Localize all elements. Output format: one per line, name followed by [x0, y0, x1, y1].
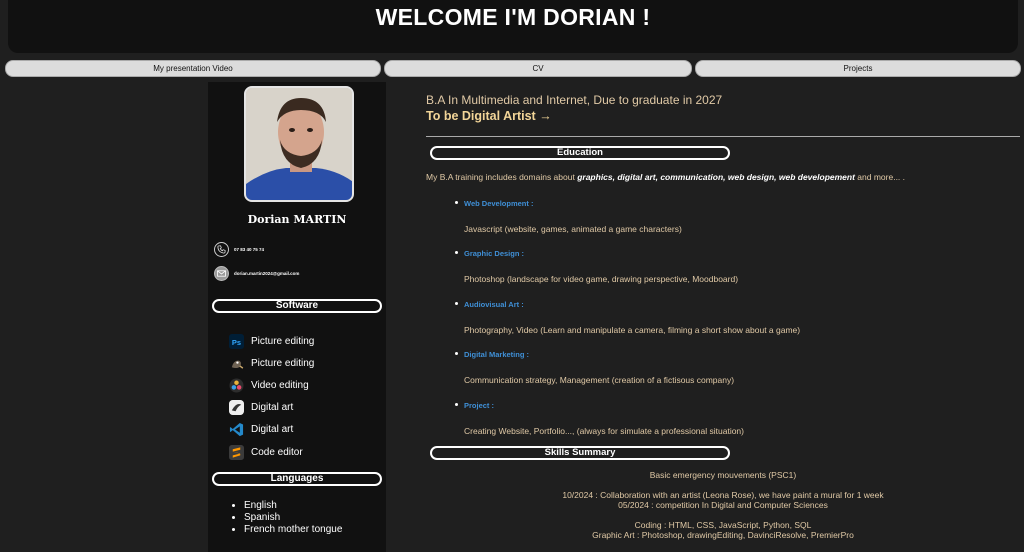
nav-bar: My presentation Video CV Projects	[5, 60, 1021, 77]
svg-text:Ps: Ps	[232, 337, 241, 346]
phone-icon	[214, 242, 229, 257]
photoshop-icon: Ps	[228, 333, 245, 350]
degree-text: B.A In Multimedia and Internet, Due to g…	[426, 93, 723, 107]
education-item-web-development: Web Development : Javascript (website, g…	[455, 199, 682, 234]
mail-icon	[214, 266, 229, 281]
nav-projects-button[interactable]: Projects	[695, 60, 1021, 77]
page-header: WELCOME I'M DORIAN !	[8, 0, 1018, 53]
software-item: Picture editing	[228, 352, 314, 374]
career-goal: To be Digital Artist →	[426, 109, 552, 123]
education-item-graphic-design: Graphic Design : Photoshop (landscape fo…	[454, 249, 739, 284]
software-item: Digital art	[228, 419, 314, 441]
education-item-audiovisual-art: Audiovisual Art : Photography, Video (Le…	[454, 300, 801, 335]
profile-sidebar: Dorian MARTIN 07 83 40 75 74 dorian.mart…	[208, 82, 386, 552]
education-heading: Education	[430, 146, 730, 160]
skill-first-aid: Basic emergency mouvements (PSC1)	[649, 470, 797, 480]
nav-presentation-video-button[interactable]: My presentation Video	[5, 60, 381, 77]
software-item: Video editing	[228, 374, 314, 396]
profile-name: Dorian MARTIN	[247, 213, 347, 226]
language-item: French mother tongue	[244, 524, 342, 536]
education-item-project: Project : Creating Website, Portfolio...…	[455, 401, 744, 436]
skill-experience-mural: 10/2024 : Collaboration with an artist (…	[562, 490, 884, 500]
skills-summary-heading: Skills Summary	[430, 446, 730, 460]
education-intro: My B.A training includes domains about g…	[426, 172, 906, 182]
nav-cv-button[interactable]: CV	[384, 60, 692, 77]
skill-experience-competition: 05/2024 : competition In Digital and Com…	[618, 500, 828, 510]
clip-studio-icon	[228, 399, 245, 416]
section-divider	[426, 136, 1020, 137]
vscode-icon	[228, 421, 245, 438]
page-title: WELCOME I'M DORIAN !	[375, 4, 651, 30]
software-list: Ps Picture editing Picture editing Video…	[228, 330, 314, 463]
software-item: Code editor	[228, 441, 314, 463]
sublime-text-icon	[228, 444, 245, 461]
education-item-digital-marketing: Digital Marketing : Communication strate…	[454, 350, 735, 385]
skill-graphic-art: Graphic Art : Photoshop, drawingEditing,…	[592, 530, 854, 540]
skill-coding: Coding : HTML, CSS, JavaScript, Python, …	[634, 520, 812, 530]
phone-number: 07 83 40 75 74	[234, 247, 265, 252]
phone-row: 07 83 40 75 74	[214, 242, 264, 257]
email-row: dorian.martin2024@gmail.com	[214, 266, 299, 281]
profile-photo	[244, 86, 354, 202]
software-item: Digital art	[228, 397, 314, 419]
software-item: Ps Picture editing	[228, 330, 314, 352]
gimp-icon	[228, 355, 245, 372]
email-address[interactable]: dorian.martin2024@gmail.com	[234, 271, 299, 276]
languages-list: English Spanish French mother tongue	[244, 500, 342, 536]
davinci-resolve-icon	[228, 377, 245, 394]
language-item: Spanish	[244, 512, 342, 524]
software-heading: Software	[212, 299, 382, 313]
language-item: English	[244, 500, 342, 512]
languages-heading: Languages	[212, 472, 382, 486]
